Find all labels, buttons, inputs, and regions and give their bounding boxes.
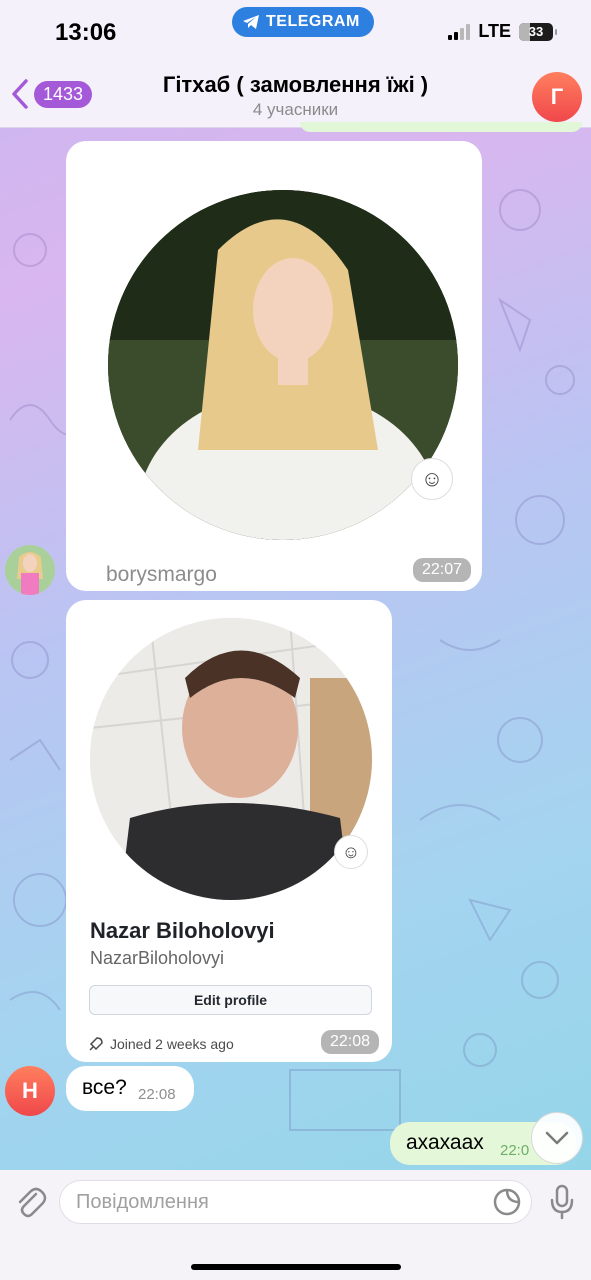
sender-avatar-letter[interactable]: Н [5,1066,55,1116]
chat-title[interactable]: Гітхаб ( замовлення їжі ) [0,72,591,98]
battery-icon: 33 [519,22,557,41]
photo-caption: borysmargo [106,563,217,586]
message-time: 22:07 [413,558,472,582]
chat-subtitle: 4 учасники [252,100,339,119]
paperclip-icon[interactable] [12,1184,48,1220]
profile-photo-nazar[interactable] [90,618,372,900]
chat-header: 1433 Гітхаб ( замовлення їжі ) 4 учасник… [0,62,591,128]
status-time: 13:06 [55,19,117,46]
telegram-app-pill[interactable]: TELEGRAM [232,7,374,37]
photo-illustration [108,190,458,540]
edit-profile-button[interactable]: Edit profile [89,985,372,1015]
home-indicator [191,1264,401,1270]
smiley-icon[interactable]: ☺ [334,835,368,869]
telegram-pill-label: TELEGRAM [266,13,360,30]
chat-avatar[interactable]: Г [532,72,582,122]
profile-photo-girl[interactable] [108,190,458,540]
smiley-icon[interactable]: ☺ [411,458,453,500]
avatar-illustration [5,545,55,595]
own-message-time: 22:0 [500,1142,530,1159]
photo-illustration [90,618,372,900]
battery-level: 33 [528,24,544,39]
chevron-down-icon [545,1131,569,1145]
own-message-text: ахахаах [406,1131,484,1154]
profile-name: Nazar Biloholovyi [90,918,275,943]
previous-message-edge [300,122,582,132]
signal-icon [448,23,471,40]
sender-avatar-photo[interactable] [5,545,55,595]
message-input[interactable]: Повідомлення [59,1180,532,1224]
microphone-icon[interactable] [548,1184,576,1220]
message-time: 22:08 [138,1086,176,1103]
rocket-icon [89,1037,103,1051]
status-bar: 13:06 TELEGRAM LTE 33 [0,0,591,62]
profile-username: NazarBiloholovyi [90,948,225,968]
composer-bar: Повідомлення [0,1170,591,1280]
message-text: все? [82,1076,127,1099]
status-indicators: LTE 33 [448,21,557,42]
network-label: LTE [478,21,511,41]
telegram-icon [243,15,259,29]
joined-text: Joined 2 weeks ago [110,1036,234,1052]
message-time: 22:08 [321,1030,380,1054]
scroll-to-bottom-button[interactable] [531,1112,583,1164]
sticker-icon[interactable] [492,1187,522,1217]
joined-info: Joined 2 weeks ago [88,1036,234,1052]
